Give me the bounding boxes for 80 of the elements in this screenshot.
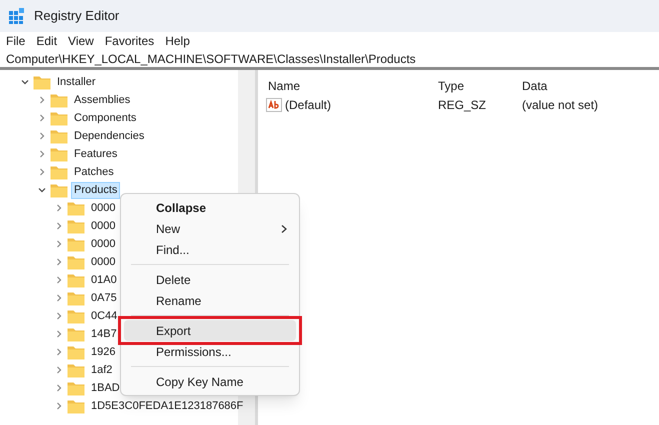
chevron-right-icon[interactable]: [54, 311, 64, 321]
context-menu-item[interactable]: Export: [124, 320, 296, 341]
chevron-down-icon[interactable]: [20, 77, 30, 87]
chevron-right-icon[interactable]: [54, 221, 64, 231]
chevron-right-icon[interactable]: [54, 365, 64, 375]
tree-item[interactable]: 0C44: [88, 308, 120, 324]
tree-item[interactable]: Dependencies: [71, 128, 148, 144]
chevron-right-icon[interactable]: [54, 257, 64, 267]
context-menu-item[interactable]: New: [124, 218, 296, 239]
table-cell-text: (Default): [285, 97, 332, 114]
tree-item[interactable]: 0A75: [88, 290, 120, 306]
menu-bar-item[interactable]: Edit: [32, 32, 62, 50]
context-menu-item[interactable]: Copy Key Name: [124, 371, 296, 392]
folder-icon: [67, 290, 85, 306]
folder-icon: [50, 164, 68, 180]
tree-item[interactable]: Components: [71, 110, 140, 126]
folder-icon: [50, 110, 68, 126]
folder-icon: [33, 74, 51, 90]
context-menu-item[interactable]: Collapse: [124, 197, 296, 218]
tree-item[interactable]: 0000: [88, 200, 118, 216]
folder-icon: [67, 344, 85, 360]
tree-item[interactable]: 0000: [88, 218, 118, 234]
chevron-right-icon[interactable]: [54, 239, 64, 249]
table-cell-text: (value not set): [522, 97, 600, 114]
column-header[interactable]: Name: [266, 77, 438, 95]
menu-bar-item[interactable]: View: [64, 32, 98, 50]
menu-bar-item[interactable]: Help: [161, 32, 194, 50]
string-value-icon: [266, 98, 282, 112]
tree-item[interactable]: 0000: [88, 254, 118, 270]
chevron-right-icon[interactable]: [37, 131, 47, 141]
tree-item[interactable]: Assemblies: [71, 92, 134, 108]
folder-icon: [67, 254, 85, 270]
folder-icon: [67, 272, 85, 288]
context-menu-item[interactable]: Rename: [124, 290, 296, 311]
folder-icon: [50, 128, 68, 144]
window-title: Registry Editor: [34, 7, 120, 26]
folder-icon: [67, 398, 85, 414]
menu-bar-item[interactable]: Favorites: [100, 32, 158, 50]
folder-icon: [67, 200, 85, 216]
chevron-down-icon[interactable]: [37, 185, 47, 195]
column-header[interactable]: Data: [522, 77, 622, 95]
tree-item[interactable]: Installer: [54, 74, 99, 90]
tree-item[interactable]: 01A0: [88, 272, 120, 288]
context-menu-item[interactable]: Permissions...: [124, 341, 296, 362]
chevron-right-icon[interactable]: [37, 95, 47, 105]
chevron-right-icon[interactable]: [54, 275, 64, 285]
chevron-right-icon[interactable]: [54, 401, 64, 411]
tree-item[interactable]: 1af2: [88, 362, 116, 378]
table-cell-text: REG_SZ: [438, 97, 488, 114]
folder-icon: [67, 308, 85, 324]
chevron-right-icon[interactable]: [54, 329, 64, 339]
chevron-right-icon[interactable]: [54, 347, 64, 357]
chevron-right-icon[interactable]: [54, 383, 64, 393]
folder-icon: [67, 236, 85, 252]
context-menu-item[interactable]: Delete: [124, 269, 296, 290]
folder-icon: [67, 326, 85, 342]
chevron-right-icon[interactable]: [54, 203, 64, 213]
tree-item[interactable]: 1BAD: [88, 380, 123, 396]
menu-bar-item[interactable]: File: [2, 32, 30, 50]
tree-item[interactable]: Patches: [71, 164, 117, 180]
tree-item[interactable]: Products: [71, 182, 120, 198]
chevron-right-icon[interactable]: [37, 167, 47, 177]
column-header[interactable]: Type: [438, 77, 522, 95]
chevron-right-icon[interactable]: [54, 293, 64, 303]
tree-item[interactable]: 1D5E3C0FEDA1E123187686F: [88, 398, 246, 414]
chevron-right-icon: [280, 224, 288, 234]
folder-icon: [67, 380, 85, 396]
tree-item[interactable]: 1926: [88, 344, 118, 360]
registry-editor-icon: [8, 7, 26, 25]
tree-item[interactable]: 14B7: [88, 326, 120, 342]
folder-icon: [67, 362, 85, 378]
tree-item[interactable]: Features: [71, 146, 120, 162]
folder-icon: [50, 146, 68, 162]
folder-icon: [67, 218, 85, 234]
context-menu-item[interactable]: Find...: [124, 239, 296, 260]
folder-icon: [50, 182, 68, 198]
folder-icon: [50, 92, 68, 108]
chevron-right-icon[interactable]: [37, 113, 47, 123]
tree-item[interactable]: 0000: [88, 236, 118, 252]
chevron-right-icon[interactable]: [37, 149, 47, 159]
